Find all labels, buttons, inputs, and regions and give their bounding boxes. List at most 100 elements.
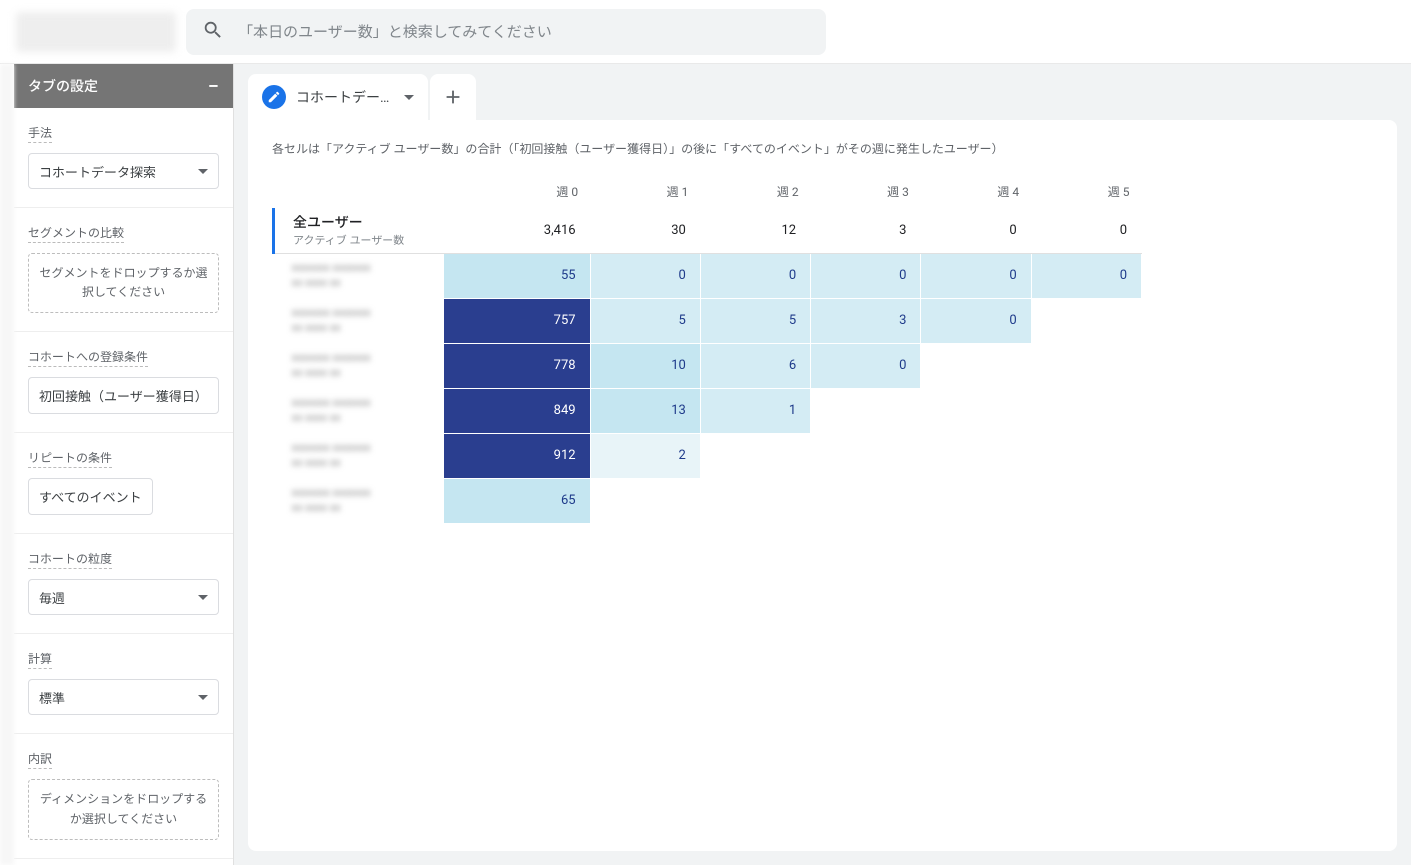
cohort-cell bbox=[811, 388, 921, 433]
cohort-cell: 0 bbox=[921, 298, 1031, 343]
cohort-cell: 55 bbox=[444, 253, 591, 298]
cohort-table: 週 0 週 1 週 2 週 3 週 4 週 5 全ユーザーアクティブ ユーザー数… bbox=[272, 175, 1142, 524]
breakdown-label: 内訳 bbox=[28, 750, 52, 769]
cohort-cell bbox=[1031, 343, 1141, 388]
content-area: コホートデー… 各セルは「アクティブ ユーザー数」の合計（「初回接触（ユーザー獲… bbox=[234, 64, 1411, 865]
inclusion-chip[interactable]: 初回接触（ユーザー獲得日） bbox=[28, 377, 219, 414]
cohort-cell bbox=[921, 388, 1031, 433]
cohort-cell bbox=[700, 478, 810, 523]
summary-cell: 0 bbox=[921, 208, 1031, 253]
cohort-cell: 10 bbox=[590, 343, 700, 388]
cohort-cell bbox=[1031, 433, 1141, 478]
summary-cell: 0 bbox=[1031, 208, 1141, 253]
sidebar-header: タブの設定 − bbox=[14, 64, 233, 108]
cohort-cell bbox=[1031, 298, 1141, 343]
segment-drop-zone[interactable]: セグメントをドロップするか選択してください bbox=[28, 253, 219, 313]
cohort-cell: 0 bbox=[811, 253, 921, 298]
col-header: 週 5 bbox=[1031, 175, 1141, 208]
cohort-cell: 65 bbox=[444, 478, 591, 523]
cohort-cell: 778 bbox=[444, 343, 591, 388]
summary-cell: 3 bbox=[811, 208, 921, 253]
cohort-cell: 5 bbox=[700, 298, 810, 343]
report-description: 各セルは「アクティブ ユーザー数」の合計（「初回接触（ユーザー獲得日）」の後に「… bbox=[272, 140, 1373, 157]
cohort-cell bbox=[811, 433, 921, 478]
table-row: xxxxxxx xxxxxxxxx xxxx xx5500000 bbox=[274, 253, 1142, 298]
summary-title: 全ユーザー bbox=[293, 212, 429, 232]
cohort-cell: 0 bbox=[1031, 253, 1141, 298]
segment-label: セグメントの比較 bbox=[28, 224, 124, 243]
section-method: 手法 コホートデータ探索 bbox=[14, 108, 233, 208]
search-bar[interactable] bbox=[186, 9, 826, 55]
table-row: xxxxxxx xxxxxxxxx xxxx xx 9122 bbox=[274, 433, 1142, 478]
app-header bbox=[0, 0, 1411, 64]
col-header: 週 4 bbox=[921, 175, 1031, 208]
summary-subtitle: アクティブ ユーザー数 bbox=[293, 232, 429, 248]
table-row: xxxxxxx xxxxxxxxx xxxx xx849131 bbox=[274, 388, 1142, 433]
section-return: リピートの条件 すべてのイベント bbox=[14, 433, 233, 534]
cohort-cell: 0 bbox=[700, 253, 810, 298]
edit-icon bbox=[262, 85, 286, 109]
inclusion-label: コホートへの登録条件 bbox=[28, 348, 148, 367]
cohort-cell bbox=[921, 433, 1031, 478]
cohort-cell bbox=[921, 343, 1031, 388]
granularity-value: 毎週 bbox=[39, 588, 65, 607]
method-label: 手法 bbox=[28, 124, 52, 143]
calculation-select[interactable]: 標準 bbox=[28, 679, 219, 715]
method-value: コホートデータ探索 bbox=[39, 162, 156, 181]
cohort-cell bbox=[921, 478, 1031, 523]
nav-rail-blurred bbox=[0, 64, 14, 865]
summary-cell: 30 bbox=[590, 208, 700, 253]
col-header: 週 3 bbox=[811, 175, 921, 208]
section-calculation: 計算 標準 bbox=[14, 634, 233, 734]
summary-cell: 3,416 bbox=[444, 208, 591, 253]
cohort-row-label-blurred: xxxxxxx xxxxxxxxx xxxx xx bbox=[292, 261, 430, 290]
cohort-cell: 0 bbox=[811, 343, 921, 388]
cohort-row-label-blurred: xxxxxxx xxxxxxxxx xxxx xx bbox=[292, 351, 430, 380]
granularity-select[interactable]: 毎週 bbox=[28, 579, 219, 615]
col-header: 週 0 bbox=[444, 175, 591, 208]
granularity-label: コホートの粒度 bbox=[28, 550, 112, 569]
sidebar-title: タブの設定 bbox=[28, 76, 98, 96]
cohort-row-label-blurred: xxxxxxx xxxxxxxxx xxxx xx bbox=[292, 486, 430, 515]
collapse-icon[interactable]: − bbox=[208, 76, 219, 96]
section-granularity: コホートの粒度 毎週 bbox=[14, 534, 233, 634]
chevron-down-icon[interactable] bbox=[404, 95, 414, 100]
cohort-cell: 0 bbox=[921, 253, 1031, 298]
cohort-cell: 912 bbox=[444, 433, 591, 478]
cohort-cell: 1 bbox=[700, 388, 810, 433]
return-label: リピートの条件 bbox=[28, 449, 112, 468]
table-row: xxxxxxx xxxxxxxxx xxxx xx 7781060 bbox=[274, 343, 1142, 388]
summary-row: 全ユーザーアクティブ ユーザー数3,4163012300 bbox=[274, 208, 1142, 253]
table-header-row: 週 0 週 1 週 2 週 3 週 4 週 5 bbox=[274, 175, 1142, 208]
cohort-cell: 13 bbox=[590, 388, 700, 433]
section-breakdown: 内訳 ディメンションをドロップするか選択してください bbox=[14, 734, 233, 858]
cohort-cell bbox=[590, 478, 700, 523]
chevron-down-icon bbox=[198, 169, 208, 174]
cohort-cell: 0 bbox=[590, 253, 700, 298]
cohort-row-label-blurred: xxxxxxx xxxxxxxxx xxxx xx bbox=[292, 396, 430, 425]
method-select[interactable]: コホートデータ探索 bbox=[28, 153, 219, 189]
report-canvas: 各セルは「アクティブ ユーザー数」の合計（「初回接触（ユーザー獲得日）」の後に「… bbox=[248, 120, 1397, 851]
cohort-cell: 6 bbox=[700, 343, 810, 388]
cohort-cell: 5 bbox=[590, 298, 700, 343]
cohort-cell bbox=[700, 433, 810, 478]
chevron-down-icon bbox=[198, 695, 208, 700]
add-tab-button[interactable] bbox=[430, 74, 476, 120]
search-input[interactable] bbox=[238, 23, 810, 41]
calculation-label: 計算 bbox=[28, 650, 52, 669]
cohort-cell bbox=[1031, 388, 1141, 433]
table-row: xxxxxxx xxxxxxxxx xxxx xx 65 bbox=[274, 478, 1142, 523]
cohort-cell: 2 bbox=[590, 433, 700, 478]
col-header: 週 2 bbox=[700, 175, 810, 208]
breakdown-drop-zone[interactable]: ディメンションをドロップするか選択してください bbox=[28, 779, 219, 839]
cohort-cell bbox=[811, 478, 921, 523]
tab-label: コホートデー… bbox=[296, 87, 394, 107]
tab-cohort[interactable]: コホートデー… bbox=[248, 74, 428, 120]
section-segment: セグメントの比較 セグメントをドロップするか選択してください bbox=[14, 208, 233, 332]
section-inclusion: コホートへの登録条件 初回接触（ユーザー獲得日） bbox=[14, 332, 233, 433]
return-chip[interactable]: すべてのイベント bbox=[28, 478, 153, 515]
search-icon bbox=[202, 19, 238, 45]
cohort-row-label-blurred: xxxxxxx xxxxxxxxx xxxx xx bbox=[292, 441, 430, 470]
cohort-row-label-blurred: xxxxxxx xxxxxxxxx xxxx xx bbox=[292, 306, 430, 335]
col-header: 週 1 bbox=[590, 175, 700, 208]
